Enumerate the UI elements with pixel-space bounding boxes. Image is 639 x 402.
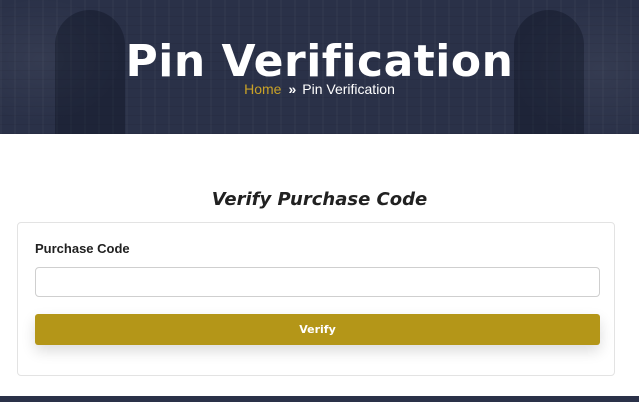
verify-purchase-code-heading: Verify Purchase Code	[211, 188, 428, 210]
footer-strip	[0, 396, 639, 402]
breadcrumb: Home » Pin Verification	[0, 80, 639, 98]
verify-button[interactable]: Verify	[35, 314, 600, 345]
purchase-code-input[interactable]	[35, 267, 600, 297]
breadcrumb-current: Pin Verification	[302, 81, 395, 97]
purchase-code-label: Purchase Code	[35, 241, 130, 256]
breadcrumb-home-link[interactable]: Home	[244, 81, 281, 97]
double-chevron-right-icon: »	[288, 81, 297, 97]
page-header-banner: Pin Verification Home » Pin Verification	[0, 0, 639, 134]
purchase-code-form: Purchase Code Verify	[17, 222, 615, 376]
